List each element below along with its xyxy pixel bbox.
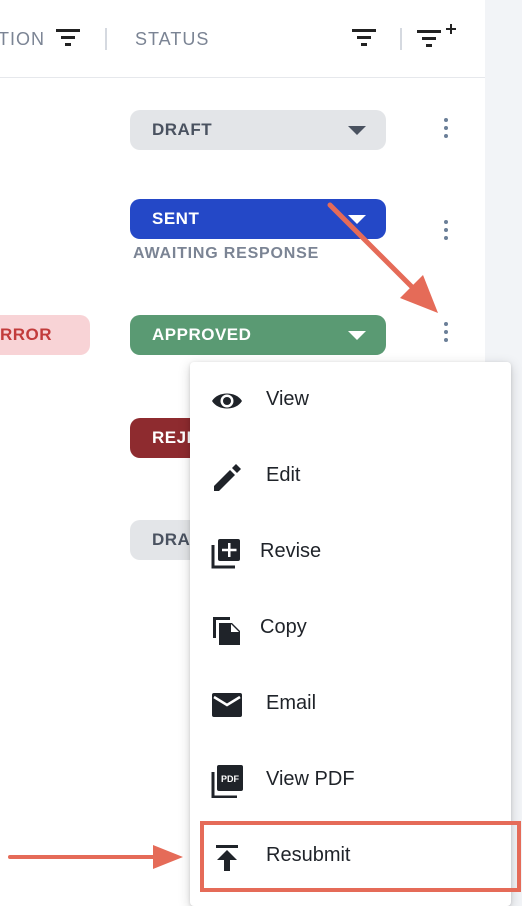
menu-item-email[interactable]: Email	[190, 666, 511, 742]
add-to-library-icon	[211, 539, 240, 569]
menu-item-label: View	[266, 388, 309, 410]
error-badge: RROR	[0, 315, 90, 355]
status-label: DRAFT	[152, 120, 213, 139]
copy-icon	[213, 617, 240, 645]
column-header-partial[interactable]: TION	[0, 29, 45, 50]
menu-item-view-pdf[interactable]: PDF View PDF	[190, 742, 511, 818]
filter-icon[interactable]	[56, 28, 80, 46]
eye-icon	[212, 393, 242, 409]
column-divider	[400, 28, 402, 50]
error-badge-label: RROR	[0, 325, 53, 344]
menu-item-edit[interactable]: Edit	[190, 438, 511, 514]
add-filter-icon[interactable]	[417, 24, 459, 48]
pencil-icon	[214, 464, 241, 491]
menu-item-label: Email	[266, 692, 317, 714]
annotation-highlight-box	[200, 821, 521, 892]
annotation-arrow-icon	[327, 202, 438, 313]
svg-text:PDF: PDF	[221, 774, 240, 784]
table-header: TION STATUS	[0, 0, 485, 78]
envelope-icon	[212, 693, 242, 717]
menu-item-label: View PDF	[266, 768, 355, 790]
status-label: APPROVED	[152, 325, 252, 344]
column-divider[interactable]	[105, 28, 107, 50]
menu-item-view[interactable]: View	[190, 362, 511, 438]
menu-item-label: Copy	[260, 616, 307, 638]
status-label: DRA	[152, 530, 191, 549]
column-header-status[interactable]: STATUS	[135, 29, 209, 50]
more-vert-icon[interactable]	[442, 322, 450, 348]
status-label: SENT	[152, 209, 200, 228]
annotation-arrow-icon	[8, 845, 183, 869]
caret-down-icon	[348, 331, 366, 340]
menu-item-label: Edit	[266, 464, 301, 486]
menu-item-label: Revise	[260, 540, 322, 562]
pdf-icon: PDF	[211, 765, 243, 798]
status-dropdown-draft[interactable]: DRAFT	[130, 110, 386, 150]
menu-item-copy[interactable]: Copy	[190, 590, 511, 666]
more-vert-icon[interactable]	[442, 118, 450, 144]
caret-down-icon	[348, 126, 366, 135]
status-subtext: AWAITING RESPONSE	[133, 245, 320, 262]
filter-icon[interactable]	[352, 28, 376, 46]
menu-item-revise[interactable]: Revise	[190, 514, 511, 590]
